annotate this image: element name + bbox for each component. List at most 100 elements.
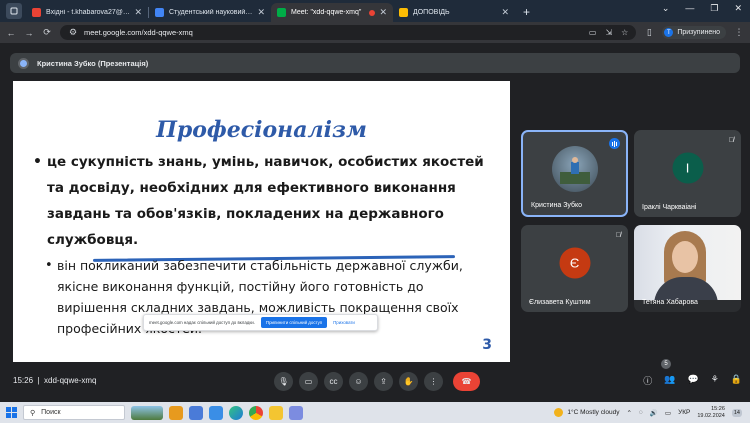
- avatar-initial: Є: [569, 255, 580, 271]
- participant-name: Тетяна Хабарова: [642, 299, 698, 306]
- weather-sun-icon: [554, 408, 564, 417]
- raise-hand-button[interactable]: ✋: [399, 372, 418, 391]
- meeting-time: 15:26: [13, 376, 34, 385]
- reload-icon[interactable]: ⟳: [42, 27, 52, 38]
- chevron-down-icon[interactable]: ⌄: [662, 3, 670, 14]
- battery-icon[interactable]: ▭: [665, 409, 671, 417]
- slide-bullet-1-text: це сукупність знань, умінь, навичок, осо…: [47, 154, 484, 248]
- participant-tile-kristina[interactable]: Кристина Зубко: [521, 130, 628, 217]
- tab-report[interactable]: ДОПОВІДЬ ✕: [393, 3, 515, 22]
- call-controls: 🎙 ▭ cc ☺ ⇪ ✋ ⋮ ☎: [274, 372, 480, 391]
- edge-app-icon[interactable]: [229, 405, 243, 420]
- participant-tile-tetiana[interactable]: Тетяна Хабарова: [634, 225, 741, 312]
- calculator-app-icon[interactable]: [189, 405, 203, 420]
- tray-expand-icon[interactable]: ⌃: [627, 409, 632, 417]
- microphone-button[interactable]: 🎙: [274, 372, 293, 391]
- emoji-button[interactable]: ☺: [349, 372, 368, 391]
- emoji-icon: ☺: [354, 377, 363, 386]
- word-app-icon[interactable]: [289, 405, 303, 420]
- tab-strip: Вхідні - t.khabarova27@gmail.c ✕ Студент…: [0, 0, 750, 22]
- notification-badge[interactable]: 14: [731, 408, 742, 417]
- search-icon: ⚲: [30, 409, 36, 417]
- tab-close-icon[interactable]: ✕: [134, 7, 142, 18]
- leave-call-button[interactable]: ☎: [453, 372, 480, 391]
- tray-clock[interactable]: 15:26 19.02.2024: [697, 406, 725, 420]
- meet-favicon-icon: [277, 8, 286, 17]
- avatar-initial: І: [685, 160, 690, 176]
- side-panel-icon[interactable]: ▯: [644, 27, 654, 38]
- participant-tile-yelyzaveta[interactable]: Є 🎙̸ Єлизавета Куштим: [521, 225, 628, 312]
- camera-in-use-icon[interactable]: ▭: [589, 28, 597, 37]
- participant-tile-irakli[interactable]: І 🎙̸ Іраклі Чаркваіані: [634, 130, 741, 217]
- chrome-app-icon[interactable]: [249, 405, 263, 420]
- install-app-icon[interactable]: ⇲: [605, 28, 612, 37]
- activities-icon[interactable]: ⚘: [711, 374, 719, 387]
- people-icon[interactable]: 👥: [664, 374, 675, 387]
- participant-name: Кристина Зубко: [531, 202, 583, 209]
- omnibox-actions: ▭ ⇲ ☆: [589, 28, 628, 37]
- browser-toolbar: ← → ⟳ ⚙ meet.google.com/xdd-qqwe-xmq ▭ ⇲…: [0, 22, 750, 43]
- gmail-favicon-icon: [32, 8, 41, 17]
- maximize-icon[interactable]: ❐: [710, 3, 718, 14]
- presenter-avatar: [18, 57, 29, 69]
- weather-widget[interactable]: 1°C Mostly cloudy: [554, 408, 620, 417]
- tab-close-icon[interactable]: ✕: [379, 7, 387, 18]
- hide-notice-link[interactable]: Приховати: [333, 320, 355, 325]
- bookmark-star-icon[interactable]: ☆: [621, 28, 628, 37]
- volume-icon[interactable]: 🔊: [650, 409, 658, 417]
- taskbar-search-box[interactable]: ⚲ Поиск: [23, 405, 125, 420]
- store-app-icon[interactable]: [209, 405, 223, 420]
- present-button[interactable]: ⇪: [374, 372, 393, 391]
- presenter-label: Кристина Зубко (Презентація): [37, 58, 149, 68]
- file-explorer-app-icon[interactable]: [269, 405, 283, 420]
- slide-title: Професіоналізм: [156, 117, 367, 143]
- sublime-app-icon[interactable]: [169, 405, 183, 420]
- more-menu-icon[interactable]: ⋮: [734, 27, 744, 38]
- more-options-button[interactable]: ⋮: [424, 372, 443, 391]
- tab-list-icon: [10, 7, 18, 15]
- mic-muted-icon: 🎙̸: [728, 137, 734, 144]
- camera-button[interactable]: ▭: [299, 372, 318, 391]
- weather-text: 1°C Mostly cloudy: [567, 409, 620, 416]
- back-arrow-icon[interactable]: ←: [6, 28, 16, 38]
- camera-person-face: [672, 241, 698, 273]
- tab-search-button[interactable]: [6, 3, 22, 19]
- windows-start-icon[interactable]: [6, 407, 17, 418]
- taskbar: ⚲ Поиск 1°C Mostly cloudy ⌃ ◌ 🔊 ▭ УКР 15…: [0, 402, 750, 423]
- profile-button[interactable]: T Призупинено: [662, 26, 726, 39]
- forward-arrow-icon[interactable]: →: [24, 28, 34, 38]
- captions-icon: cc: [329, 377, 338, 386]
- side-controls: ⓘ 👥 💬 ⚘ 🔒: [643, 374, 742, 387]
- tray-time: 15:26: [711, 405, 725, 412]
- page-favicon-icon: [155, 8, 164, 17]
- participant-name: Єлизавета Куштим: [529, 299, 591, 306]
- captions-button[interactable]: cc: [324, 372, 343, 391]
- language-indicator[interactable]: УКР: [678, 409, 690, 416]
- host-controls-icon[interactable]: 🔒: [731, 374, 742, 387]
- tab-close-icon[interactable]: ✕: [257, 7, 265, 18]
- chat-icon[interactable]: 💬: [687, 374, 698, 387]
- new-tab-button[interactable]: +: [523, 5, 530, 19]
- tab-close-icon[interactable]: ✕: [501, 7, 509, 18]
- meeting-controls: 15:26 | xdd-qqwe-xmq 🎙 ▭ cc ☺ ⇪ ✋ ⋮ ☎ 5 …: [0, 359, 750, 393]
- address-url: meet.google.com/xdd-qqwe-xmq: [84, 28, 193, 37]
- info-icon[interactable]: ⓘ: [643, 374, 652, 387]
- participant-camera-feed: [634, 225, 741, 300]
- sharing-notice-text: meet.google.com надає спільний доступ до…: [149, 320, 255, 325]
- minimize-icon[interactable]: —: [685, 3, 694, 14]
- close-icon[interactable]: ✕: [734, 3, 742, 14]
- tab-student-circle[interactable]: Студентський науковий гурток ✕: [149, 3, 271, 22]
- window-controls: ⌄ — ❐ ✕: [662, 3, 742, 14]
- profile-avatar: T: [664, 28, 674, 37]
- site-info-icon[interactable]: ⚙: [68, 27, 78, 38]
- stop-sharing-button[interactable]: Припинити спільний доступ: [260, 317, 328, 328]
- address-bar[interactable]: ⚙ meet.google.com/xdd-qqwe-xmq ▭ ⇲ ☆: [60, 25, 637, 40]
- tab-meet[interactable]: Meet: "xdd-qqwe-xmq" ✕: [271, 3, 393, 22]
- tab-gmail[interactable]: Вхідні - t.khabarova27@gmail.c ✕: [26, 3, 148, 22]
- end-call-icon: ☎: [461, 377, 472, 386]
- network-icon[interactable]: ◌: [639, 409, 643, 416]
- widgets-app-icon[interactable]: [131, 405, 163, 420]
- tab-title: Студентський науковий гурток: [169, 9, 254, 16]
- participant-photo: [551, 145, 598, 192]
- microphone-icon: 🎙: [278, 377, 289, 386]
